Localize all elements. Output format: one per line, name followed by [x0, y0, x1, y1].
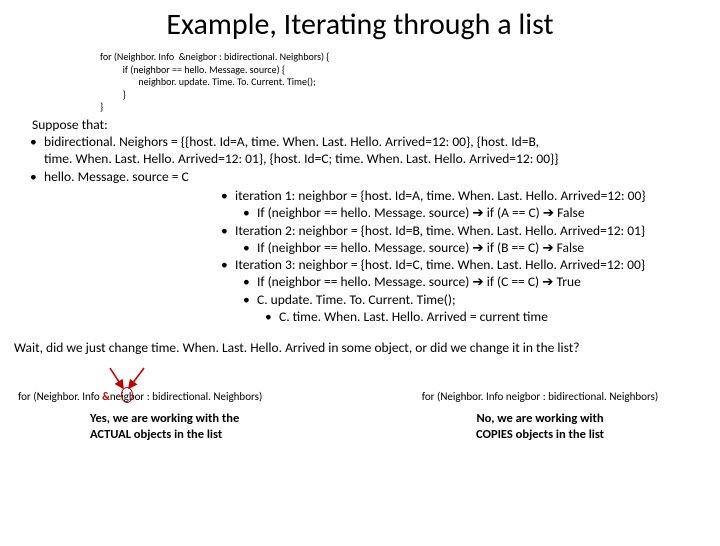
- iter3-sub-b: C. update. Time. To. Current. Time(); C.…: [257, 291, 720, 326]
- left-for-line: for (Neighbor. Info &neigbor : bidirecti…: [18, 390, 360, 403]
- assumption-list: bidirectional. Neighors = {{host. Id=A, …: [0, 133, 720, 186]
- iter2-sub: If (neighbor == hello. Message. source) …: [257, 239, 720, 256]
- assumption-1a: bidirectional. Neighors = {{host. Id=A, …: [44, 133, 539, 150]
- iter3-text: Iteration 3: neighbor = {host. Id=C, tim…: [235, 256, 645, 273]
- code-line-4: }: [100, 88, 126, 101]
- right-cap1: No, we are working with: [476, 411, 603, 426]
- right-for-line: for (Neighbor. Info neigbor : bidirectio…: [360, 390, 720, 403]
- suppose-heading: Suppose that:: [32, 116, 720, 133]
- assumption-1b: time. When. Last. Hello. Arrived=12: 01}…: [44, 150, 559, 167]
- iter2-text: Iteration 2: neighbor = {host. Id=B, tim…: [235, 222, 645, 239]
- iter1-sub: If (neighbor == hello. Message. source) …: [257, 204, 720, 221]
- assumption-1: bidirectional. Neighors = {{host. Id=A, …: [44, 133, 720, 168]
- assumption-2: hello. Message. source = C: [44, 168, 720, 186]
- iteration-3: Iteration 3: neighbor = {host. Id=C, tim…: [235, 256, 720, 325]
- slide-title: Example, Iterating through a list: [0, 6, 720, 43]
- code-line-3: neighbor. update. Time. To. Current. Tim…: [100, 75, 316, 88]
- left-column: for (Neighbor. Info &neigbor : bidirecti…: [0, 390, 360, 442]
- iter3-sub-c: C. time. When. Last. Hello. Arrived = cu…: [279, 308, 720, 325]
- iter1-text: iteration 1: neighbor = {host. Id=A, tim…: [235, 187, 646, 204]
- code-block: for (Neighbor. Info &neigbor : bidirecti…: [100, 51, 720, 114]
- code-line-1: for (Neighbor. Info &neigbor : bidirecti…: [100, 50, 330, 63]
- left-cap1: Yes, we are working with the: [90, 411, 239, 426]
- iteration-list: iteration 1: neighbor = {host. Id=A, tim…: [0, 187, 720, 325]
- code-line-2: if (neighbor == hello. Message. source) …: [100, 63, 285, 76]
- code-line-5: }: [100, 100, 103, 113]
- right-column: for (Neighbor. Info neigbor : bidirectio…: [360, 390, 720, 442]
- left-for-pre: for (Neighbor. Info: [18, 390, 102, 403]
- iteration-1: iteration 1: neighbor = {host. Id=A, tim…: [235, 187, 720, 222]
- right-caption: No, we are working with COPIES objects i…: [360, 411, 720, 442]
- right-cap2: COPIES objects in the list: [476, 427, 604, 442]
- iter3b-text: C. update. Time. To. Current. Time();: [257, 291, 456, 308]
- left-caption: Yes, we are working with the ACTUAL obje…: [90, 411, 360, 442]
- left-cap2: ACTUAL objects in the list: [90, 427, 222, 442]
- question-text: Wait, did we just change time. When. Las…: [14, 339, 720, 356]
- comparison-row: for (Neighbor. Info &neigbor : bidirecti…: [0, 390, 720, 442]
- iter3-sub-a: If (neighbor == hello. Message. source) …: [257, 273, 720, 290]
- iteration-2: Iteration 2: neighbor = {host. Id=B, tim…: [235, 222, 720, 257]
